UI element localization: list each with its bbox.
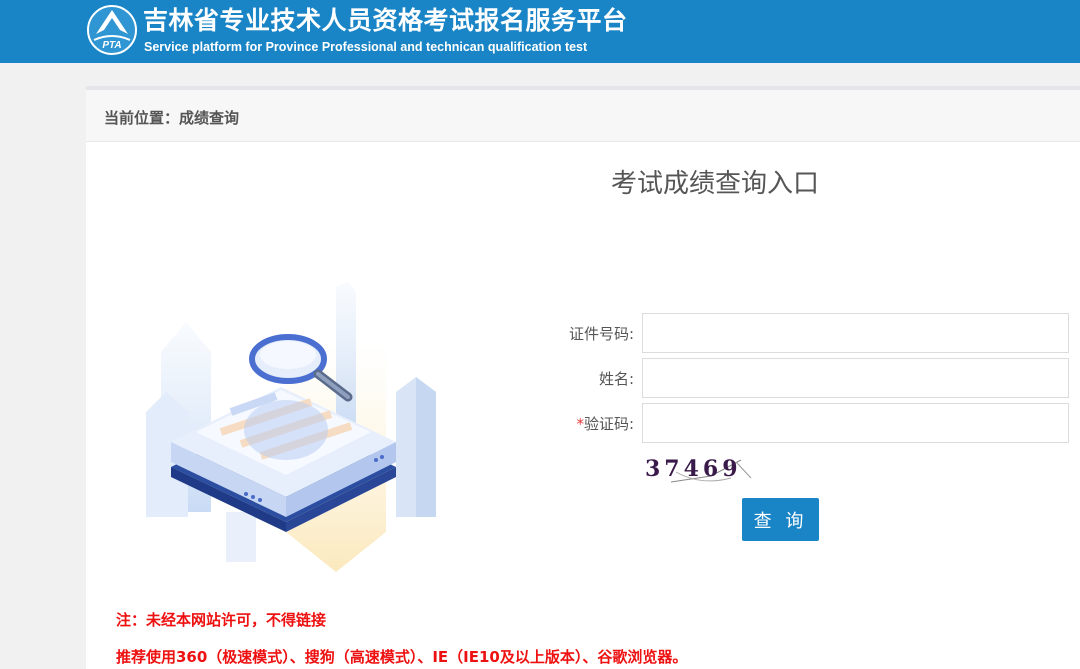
site-subtitle: Service platform for Province Profession…: [144, 40, 588, 54]
id-number-label: 证件号码:: [568, 325, 634, 343]
captcha-label: 验证码:: [583, 415, 634, 433]
name-label: 姓名:: [598, 370, 634, 388]
captcha-row: *验证码:: [546, 403, 1080, 443]
pta-logo-text: PTA: [102, 40, 121, 51]
breadcrumb: 当前位置：成绩查询: [104, 109, 240, 127]
notice-browser: 推荐使用360（极速模式）、搜狗（高速模式）、IE（IE10及以上版本）、谷歌浏…: [116, 648, 688, 666]
query-button[interactable]: 查 询: [742, 498, 819, 541]
site-title: 吉林省专业技术人员资格考试报名服务平台: [143, 6, 628, 35]
name-input[interactable]: [642, 358, 1069, 398]
breadcrumb-bar: 当前位置：成绩查询: [86, 90, 1080, 142]
pta-logo-icon: PTA: [87, 5, 137, 55]
captcha-image[interactable]: 37469: [641, 452, 755, 488]
site-header: PTA 吉林省专业技术人员资格考试报名服务平台 Service platform…: [0, 0, 1080, 63]
notice-no-link: 注：未经本网站许可，不得链接: [116, 611, 327, 629]
search-illustration-icon: [146, 282, 436, 572]
id-number-input[interactable]: [642, 313, 1069, 353]
main-card: 当前位置：成绩查询 考试成绩查询入口 证件号码: 姓名: *验证码: 37469…: [86, 90, 1080, 669]
captcha-label-wrap: *验证码:: [576, 413, 634, 434]
form-title: 考试成绩查询入口: [611, 169, 820, 199]
captcha-input[interactable]: [642, 403, 1069, 443]
name-row: 姓名:: [546, 358, 1080, 398]
required-mark: *: [576, 415, 584, 433]
id-number-row: 证件号码:: [546, 313, 1080, 353]
captcha-code-text: 37469: [645, 456, 742, 482]
